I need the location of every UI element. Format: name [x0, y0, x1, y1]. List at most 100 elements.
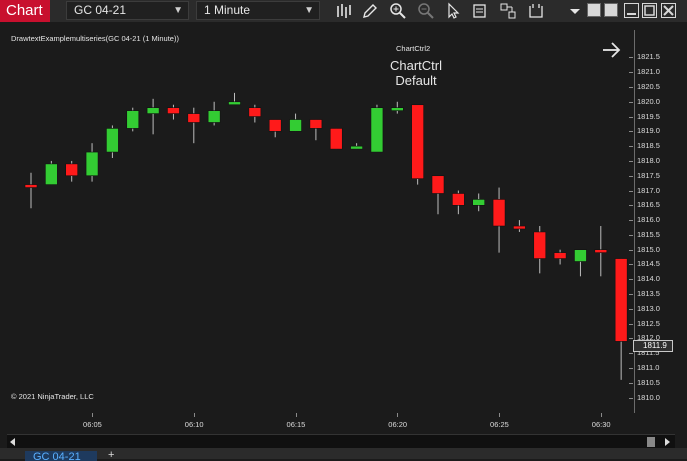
candle: [553, 249, 567, 265]
instrument-value: GC 04-21: [74, 3, 127, 17]
time-axis-tick: [397, 413, 399, 417]
chartctrl-line1: ChartCtrl: [389, 58, 442, 73]
price-axis-tick: [629, 264, 633, 266]
minimize-icon[interactable]: [624, 3, 639, 18]
window-size-button[interactable]: [587, 3, 601, 17]
price-axis-label: 1812.5: [637, 318, 660, 328]
price-axis-tick: [629, 397, 633, 399]
tab-instrument[interactable]: GC 04-21: [25, 451, 97, 461]
price-axis-label: 1819.0: [637, 126, 660, 136]
candle-body: [411, 104, 424, 179]
time-axis-label: 06:30: [591, 420, 611, 429]
time-axis-label: 06:15: [286, 420, 306, 429]
price-axis-tick: [629, 368, 633, 370]
price-axis-tick: [629, 72, 633, 74]
maximize-icon[interactable]: [642, 3, 657, 18]
candle-body: [146, 107, 160, 114]
cursor-icon[interactable]: [444, 2, 462, 20]
candle-body: [65, 163, 79, 177]
candle: [167, 104, 180, 120]
candle-body: [228, 101, 241, 106]
scroll-left-icon[interactable]: [9, 438, 17, 446]
candlestick-chart: [24, 92, 628, 380]
price-axis-label: 1817.0: [637, 185, 660, 195]
indicators-icon[interactable]: [499, 2, 517, 20]
chartctrl-line2: Default: [395, 73, 437, 88]
price-axis-label: 1811.0: [637, 363, 660, 373]
price-axis-tick: [629, 234, 633, 236]
plot-area[interactable]: [7, 30, 635, 413]
price-axis-label: 1820.5: [637, 81, 660, 91]
price-axis-tick: [629, 323, 633, 325]
time-axis-label: 06:20: [388, 420, 408, 429]
time-axis-label: 06:10: [184, 420, 204, 429]
candle: [207, 101, 221, 126]
chart-tab[interactable]: Chart: [0, 0, 50, 22]
time-axis-tick: [295, 413, 297, 417]
candle: [65, 160, 79, 182]
price-axis-tick: [629, 101, 633, 103]
price-axis-label: 1820.0: [637, 96, 660, 106]
price-axis-label: 1821.0: [637, 67, 660, 77]
chart-panel[interactable]: DrawtextExamplemultiseries(GC 04-21 (1 M…: [7, 30, 677, 413]
candle: [268, 119, 282, 138]
price-axis-label: 1816.5: [637, 200, 660, 210]
price-axis-tick: [629, 131, 633, 133]
candle-body: [513, 225, 526, 230]
candle-body: [126, 110, 140, 129]
candle-body: [309, 119, 323, 129]
candle-body: [614, 258, 628, 342]
window-size-button-2[interactable]: [604, 3, 618, 17]
candle: [248, 104, 262, 123]
dropdown-menu-icon[interactable]: [566, 2, 584, 20]
horizontal-scrollbar[interactable]: [7, 434, 675, 449]
pencil-icon[interactable]: [361, 2, 379, 20]
bar-style-icon[interactable]: [335, 2, 353, 20]
data-box-icon[interactable]: [471, 2, 489, 20]
chevron-down-icon: ▼: [304, 5, 314, 16]
price-axis-tick: [629, 279, 633, 281]
candle-body: [106, 128, 119, 153]
candle: [594, 226, 608, 277]
candle-body: [167, 107, 180, 114]
price-axis-label: 1814.0: [637, 274, 660, 284]
price-axis-tick: [629, 249, 633, 251]
price-axis-tick: [629, 294, 633, 296]
price-axis-tick: [629, 205, 633, 207]
candle-body: [553, 252, 567, 259]
candle: [309, 119, 323, 141]
candle-body: [85, 151, 99, 177]
arrow-right-icon[interactable]: [601, 40, 621, 60]
price-axis-tick: [629, 146, 633, 148]
price-axis-label: 1813.0: [637, 303, 660, 313]
price-axis-label: 1810.0: [637, 392, 660, 402]
candle: [370, 104, 384, 153]
zoom-in-icon[interactable]: [389, 2, 407, 20]
candle: [228, 92, 241, 106]
close-icon[interactable]: [661, 3, 676, 18]
chart-title: DrawtextExamplemultiseries(GC 04-21 (1 M…: [11, 34, 179, 43]
candle: [329, 128, 343, 150]
properties-icon[interactable]: [527, 2, 545, 20]
chartctrl-label: ChartCtrl Default: [387, 58, 445, 88]
scroll-thumb[interactable]: [647, 437, 655, 447]
price-axis-tick: [629, 353, 633, 355]
price-axis-label: 1815.0: [637, 244, 660, 254]
candle: [350, 143, 363, 150]
zoom-out-icon[interactable]: [417, 2, 435, 20]
candle-body: [187, 113, 201, 123]
price-axis-label: 1816.0: [637, 215, 660, 225]
candle: [390, 101, 404, 114]
scroll-right-icon[interactable]: [663, 438, 671, 446]
price-axis-tick: [629, 190, 633, 192]
interval-selector[interactable]: 1 Minute ▼: [196, 1, 320, 20]
time-axis-tick: [92, 413, 94, 417]
price-axis-label: 1818.0: [637, 155, 660, 165]
last-price-marker: 1811.9: [633, 340, 673, 352]
candle: [45, 160, 58, 185]
candle: [431, 175, 445, 215]
candle: [452, 190, 465, 215]
instrument-selector[interactable]: GC 04-21 ▼: [66, 1, 189, 20]
time-axis-label: 06:25: [490, 420, 509, 429]
candle: [472, 193, 486, 212]
